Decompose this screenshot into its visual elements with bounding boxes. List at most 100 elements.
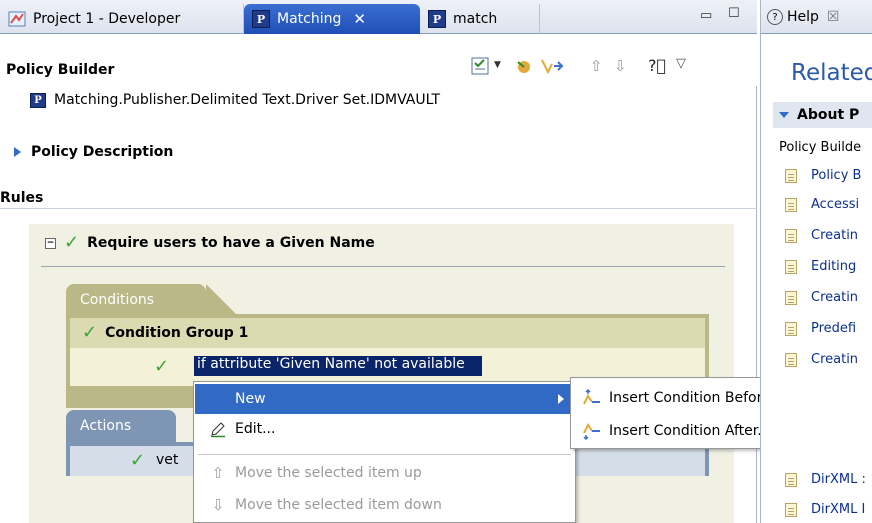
rules-heading: Rules <box>0 190 44 206</box>
help-link-label: Creatin <box>811 228 859 243</box>
document-icon <box>785 472 797 487</box>
help-link[interactable]: Creatin <box>785 228 858 243</box>
help-link[interactable]: Accessi <box>785 197 859 212</box>
dropdown-arrow-icon[interactable]: ▼ <box>494 60 501 70</box>
move-up-icon[interactable]: ⇧ <box>590 57 603 75</box>
help-pane: ? Help ☒ Related About P Policy Builde P… <box>760 0 872 523</box>
maximize-icon[interactable]: ☐ <box>728 6 740 21</box>
menu-item-label: Insert Condition After... <box>609 423 771 439</box>
menu-item-label: New <box>235 391 266 407</box>
policy-icon: P <box>252 10 270 28</box>
help-link[interactable]: Creatin <box>785 352 858 367</box>
submenu-arrow-icon <box>558 394 564 404</box>
help-link-label: Policy B <box>811 168 862 183</box>
rules-divider <box>0 208 757 209</box>
action-text: vet <box>156 452 179 468</box>
document-icon <box>785 228 797 243</box>
pencil-icon <box>211 422 225 438</box>
help-link[interactable]: DirXML I <box>785 502 865 517</box>
insert-condition-before-icon <box>583 388 600 405</box>
help-link[interactable]: Editing <box>785 259 856 274</box>
menu-item-new[interactable]: New <box>195 384 574 414</box>
help-link[interactable]: Creatin <box>785 290 858 305</box>
condition-group[interactable]: ✓ Condition Group 1 <box>70 318 705 348</box>
rule-name: Require users to have a Given Name <box>87 235 375 251</box>
close-tab-icon[interactable]: ✕ <box>353 10 366 28</box>
document-icon <box>785 352 797 367</box>
help-link[interactable]: Predefi <box>785 321 856 336</box>
condition-group-label: Condition Group 1 <box>105 325 249 341</box>
panel-title: Policy Builder <box>6 62 115 78</box>
menu-item-move-down[interactable]: ⇩ Move the selected item down <box>195 490 574 520</box>
help-section-header[interactable]: About P <box>773 102 872 128</box>
menu-item-label: Move the selected item up <box>235 465 422 481</box>
help-link-label: DirXML I <box>811 502 866 517</box>
help-link-label: Creatin <box>811 290 859 305</box>
policy-icon: P <box>30 92 46 108</box>
tab-label: Matching <box>277 11 342 27</box>
rule-list-icon[interactable] <box>470 56 492 76</box>
help-link-label: Predefi <box>811 321 857 336</box>
rule-header[interactable]: − ✓ Require users to have a Given Name <box>45 234 375 252</box>
tab-help[interactable]: ? Help ☒ <box>767 9 839 25</box>
document-icon <box>785 502 797 517</box>
menu-item-edit[interactable]: Edit... <box>195 414 574 444</box>
actions-tab: Actions <box>66 410 176 442</box>
arrow-down-icon: ⇩ <box>211 496 225 514</box>
help-link-label: Editing <box>811 259 857 274</box>
help-link[interactable]: Policy B <box>785 168 861 183</box>
project-icon <box>8 11 26 27</box>
help-icon[interactable]: ?⃝ <box>648 56 666 75</box>
document-icon <box>785 321 797 336</box>
policy-builder-header: Policy Builder ▼ ⇧ ⇩ ?⃝ ▽ <box>0 34 757 86</box>
context-menu: New Edit... ⇧ Move the selected item up … <box>193 381 576 523</box>
insert-rule-icon[interactable] <box>540 56 564 76</box>
tab-match[interactable]: P match <box>420 4 540 34</box>
checkmark-icon: ✓ <box>64 232 80 253</box>
condition-text-selected[interactable]: if attribute 'Given Name' not available <box>194 356 482 376</box>
policy-path-text: Matching.Publisher.Delimited Text.Driver… <box>54 92 441 108</box>
menu-item-move-up[interactable]: ⇧ Move the selected item up <box>195 458 574 488</box>
related-topics-title: Related <box>791 60 872 86</box>
menu-item-label: Move the selected item down <box>235 497 442 513</box>
move-down-icon[interactable]: ⇩ <box>614 57 627 75</box>
tab-label: Help <box>787 9 819 25</box>
help-link-label: Accessi <box>811 197 860 212</box>
close-tab-icon[interactable]: ☒ <box>827 9 840 25</box>
policy-description-label: Policy Description <box>31 144 174 160</box>
help-link-label: Creatin <box>811 352 859 367</box>
expand-icon <box>14 147 21 157</box>
menu-separator <box>198 454 571 455</box>
menu-item-label: Insert Condition Before... <box>609 390 784 406</box>
policy-description-toggle[interactable]: Policy Description <box>14 144 173 160</box>
help-description: Policy Builde <box>779 140 862 155</box>
document-icon <box>785 259 797 274</box>
editor-tab-bar: Project 1 - Developer P Matching ✕ P mat… <box>0 0 757 34</box>
help-section-label: About P <box>797 107 860 123</box>
checkmark-icon: ✓ <box>130 450 146 471</box>
help-link[interactable]: DirXML : <box>785 472 866 487</box>
view-menu-icon[interactable]: ▽ <box>676 56 686 71</box>
checkmark-icon: ✓ <box>82 322 98 343</box>
help-tab-bar: ? Help ☒ <box>761 0 872 34</box>
document-icon <box>785 290 797 305</box>
tab-label: match <box>453 11 498 27</box>
document-icon <box>785 197 797 212</box>
minimize-icon[interactable]: ▭ <box>700 8 712 23</box>
tab-matching[interactable]: P Matching ✕ <box>244 4 420 34</box>
rule-divider <box>41 266 725 267</box>
insert-condition-after-icon <box>583 423 600 441</box>
tab-label: Project 1 - Developer <box>33 11 181 27</box>
policy-path: P Matching.Publisher.Delimited Text.Driv… <box>30 92 440 108</box>
conditions-tab: Conditions <box>66 284 236 314</box>
collapse-icon[interactable]: − <box>45 237 56 249</box>
tab-project-developer[interactable]: Project 1 - Developer <box>0 4 244 34</box>
help-icon: ? <box>767 9 783 25</box>
document-icon <box>785 168 797 183</box>
collapse-icon <box>779 112 789 118</box>
menu-item-label: Edit... <box>235 421 276 437</box>
new-rule-icon[interactable] <box>514 56 536 76</box>
checkmark-icon: ✓ <box>154 356 170 377</box>
help-link-label: DirXML : <box>811 472 866 487</box>
arrow-up-icon: ⇧ <box>211 464 225 482</box>
